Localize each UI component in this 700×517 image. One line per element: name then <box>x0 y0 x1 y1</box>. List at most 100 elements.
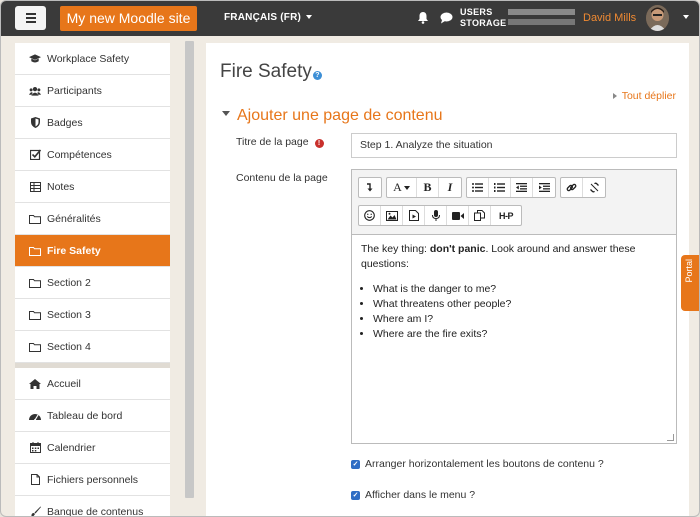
image-icon[interactable] <box>381 206 403 225</box>
sidebar-item-section-3[interactable]: Section 3 <box>15 299 170 331</box>
sidebar-item-label: Généralités <box>47 212 101 225</box>
users-icon <box>29 85 41 97</box>
folder-icon <box>29 245 41 257</box>
user-name[interactable]: David Mills <box>583 12 636 24</box>
portal-tab-label: Portal <box>684 259 694 283</box>
bullet-list-icon[interactable] <box>467 178 489 197</box>
record-video-icon[interactable] <box>447 206 469 225</box>
sidebar-item-fire-safety[interactable]: Fire Safety <box>15 235 170 267</box>
editor-toolbar-row-1: A B I <box>358 177 606 198</box>
storage-indicator-label: USERS STORAGE <box>460 7 506 29</box>
file-icon <box>29 474 41 486</box>
intro-text-start: The key thing: <box>361 243 430 255</box>
expand-all-label: Tout déplier <box>621 90 676 102</box>
italic-label: I <box>447 180 453 194</box>
sidebar-item-notes[interactable]: Notes <box>15 171 170 203</box>
sidebar-item-generalites[interactable]: Généralités <box>15 203 170 235</box>
sidebar-item-fichiers-personnels[interactable]: Fichiers personnels <box>15 464 170 496</box>
list-item: Where are the fire exits? <box>373 327 667 342</box>
menu-toggle-button[interactable] <box>15 6 46 30</box>
editor-content-area[interactable]: The key thing: don't panic. Look around … <box>352 234 676 443</box>
editor-toolbar-row-2: H-P <box>358 205 522 226</box>
sidebar-item-label: Notes <box>47 180 75 193</box>
sidebar-item-badges[interactable]: Badges <box>15 107 170 139</box>
media-icon[interactable] <box>403 206 425 225</box>
section-heading[interactable]: Ajouter une page de contenu <box>222 107 443 125</box>
course-navigation-drawer: Workplace Safety Participants Badges Com… <box>15 43 170 517</box>
sidebar-item-banque-de-contenus[interactable]: Banque de contenus <box>15 496 170 517</box>
portal-side-tab[interactable]: Portal <box>681 255 699 311</box>
shield-icon <box>29 117 41 129</box>
sidebar-item-participants[interactable]: Participants <box>15 75 170 107</box>
app-window: My new Moodle site FRANÇAIS (FR) USERS S… <box>0 0 700 517</box>
title-field-label: Titre de la page! <box>236 136 324 148</box>
dashboard-icon <box>29 410 41 422</box>
chat-icon[interactable] <box>440 12 453 24</box>
bold-icon[interactable]: B <box>417 178 439 197</box>
chevron-down-icon <box>306 15 313 20</box>
h5p-icon[interactable]: H-P <box>491 206 521 225</box>
sidebar-item-calendrier[interactable]: Calendrier <box>15 432 170 464</box>
expand-all-link[interactable]: Tout déplier <box>612 90 676 102</box>
top-navbar: My new Moodle site FRANÇAIS (FR) USERS S… <box>1 1 699 36</box>
link-icon[interactable] <box>561 178 583 197</box>
folder-icon <box>29 341 41 353</box>
numbered-list-icon[interactable] <box>489 178 511 197</box>
avatar[interactable] <box>646 5 669 31</box>
sidebar-item-section-2[interactable]: Section 2 <box>15 267 170 299</box>
checkbox-icon <box>29 149 41 161</box>
toolbar-group <box>466 177 556 198</box>
sidebar-item-label: Tableau de bord <box>47 409 123 422</box>
outdent-icon[interactable] <box>511 178 533 197</box>
sidebar-item-label: Section 2 <box>47 276 91 289</box>
sidebar-item-label: Fichiers personnels <box>47 473 139 486</box>
paint-brush-icon <box>29 506 41 516</box>
required-icon: ! <box>314 139 324 148</box>
page-title-input[interactable]: Step 1. Analyze the situation <box>351 133 677 158</box>
indent-icon[interactable] <box>533 178 555 197</box>
toolbar-group: H-P <box>358 205 522 226</box>
language-menu[interactable]: FRANÇAIS (FR) <box>224 12 313 23</box>
sidebar-item-section-4[interactable]: Section 4 <box>15 331 170 363</box>
bold-label: B <box>423 180 432 194</box>
horizontal-buttons-checkbox-row[interactable]: ✓ Arranger horizontalement les boutons d… <box>351 458 604 470</box>
sidebar-item-label: Workplace Safety <box>47 52 130 65</box>
content-field-label: Contenu de la page <box>236 172 328 184</box>
sidebar-item-workplace-safety[interactable]: Workplace Safety <box>15 43 170 75</box>
intro-text-bold: don't panic <box>429 243 486 255</box>
italic-icon[interactable]: I <box>439 178 461 197</box>
sidebar-item-tableau-de-bord[interactable]: Tableau de bord <box>15 400 170 432</box>
manage-files-icon[interactable] <box>469 206 491 225</box>
sidebar-item-label: Banque de contenus <box>47 505 144 517</box>
help-icon[interactable]: ? <box>312 71 322 80</box>
sidebar-item-label: Fire Safety <box>47 244 101 257</box>
graduation-cap-icon <box>29 53 41 65</box>
sidebar-item-accueil[interactable]: Accueil <box>15 368 170 400</box>
sidebar-scrollbar[interactable] <box>185 41 194 498</box>
checkbox-checked-icon[interactable]: ✓ <box>351 490 360 500</box>
font-size-icon[interactable]: A <box>387 178 417 197</box>
resize-handle[interactable] <box>667 434 674 441</box>
user-menu-chevron-icon[interactable] <box>683 15 689 19</box>
folder-icon <box>29 309 41 321</box>
list-item: What is the danger to me? <box>373 282 667 297</box>
caret-down-icon <box>222 111 230 117</box>
home-icon <box>29 378 41 390</box>
collapse-icon[interactable] <box>359 178 381 197</box>
checkbox-checked-icon[interactable]: ✓ <box>351 459 360 469</box>
sidebar-item-competences[interactable]: Compétences <box>15 139 170 171</box>
site-name-link[interactable]: My new Moodle site <box>60 6 197 31</box>
caret-right-icon <box>612 93 617 100</box>
emoji-icon[interactable] <box>359 206 381 225</box>
sidebar-item-label: Section 4 <box>47 340 91 353</box>
unlink-icon[interactable] <box>583 178 605 197</box>
toolbar-group <box>560 177 606 198</box>
show-in-menu-checkbox-row[interactable]: ✓ Afficher dans le menu ? <box>351 489 475 501</box>
checkbox-label: Afficher dans le menu ? <box>365 489 476 501</box>
storage-progress-bar <box>508 19 575 25</box>
storage-bars <box>508 9 575 29</box>
toolbar-group <box>358 177 382 198</box>
sidebar-item-label: Section 3 <box>47 308 91 321</box>
bell-icon[interactable] <box>417 11 429 24</box>
record-audio-icon[interactable] <box>425 206 447 225</box>
